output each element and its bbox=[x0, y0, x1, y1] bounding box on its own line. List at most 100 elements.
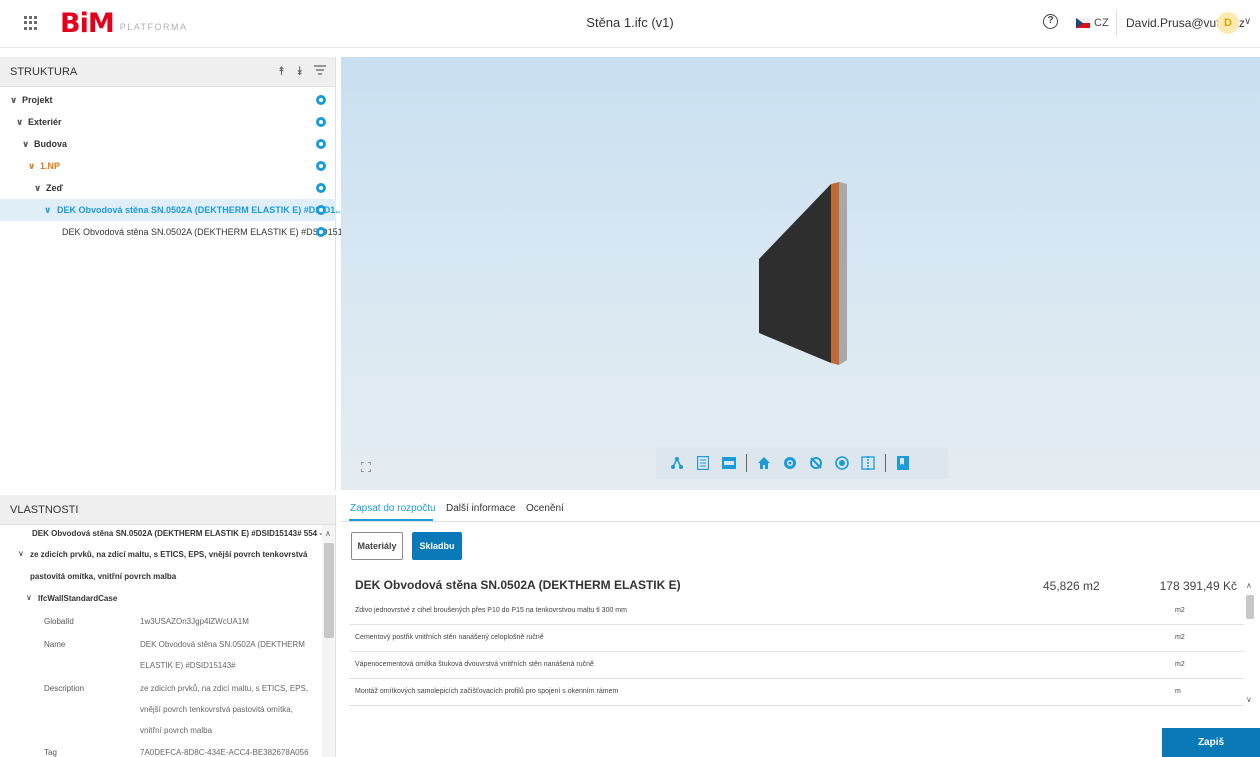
fullscreen-icon[interactable] bbox=[360, 459, 372, 473]
properties-scrollbar[interactable]: ∧ bbox=[322, 525, 335, 757]
materials-button[interactable]: Materiály bbox=[351, 532, 403, 560]
tree-item-label: DEK Obvodová stěna SN.0502A (DEKTHERM EL… bbox=[57, 205, 343, 215]
scroll-up-icon[interactable]: ∧ bbox=[325, 529, 331, 538]
structure-panel: STRUKTURA ⯭ ⯯ ∨ Projekt ∨ Exteriér ∨ Bud… bbox=[0, 57, 350, 490]
property-value: 7A0DEFCA-8D8C-434E-ACC4-BE382678A056 bbox=[140, 748, 309, 757]
tree-item-wall-type[interactable]: ∨ DEK Obvodová stěna SN.0502A (DEKTHERM … bbox=[0, 199, 343, 221]
isolate-icon[interactable] bbox=[831, 452, 853, 474]
property-value: vnitřní povrch malba bbox=[140, 726, 213, 735]
visibility-eye-icon[interactable] bbox=[316, 183, 326, 193]
chevron-down-icon[interactable]: ∨ bbox=[28, 155, 35, 177]
model-viewer[interactable] bbox=[341, 57, 1260, 490]
hide-icon[interactable] bbox=[805, 452, 827, 474]
list-icon[interactable] bbox=[692, 452, 714, 474]
ids-icon[interactable] bbox=[718, 452, 740, 474]
section-icon[interactable] bbox=[857, 452, 879, 474]
tree-item-1np[interactable]: ∨ 1.NP bbox=[0, 155, 336, 177]
visibility-eye-icon[interactable] bbox=[316, 139, 326, 149]
scroll-up-icon[interactable]: ∧ bbox=[1246, 581, 1252, 590]
structure-icon[interactable] bbox=[666, 452, 688, 474]
document-title-wrap: Stěna 1.ifc (v1) bbox=[0, 15, 1260, 30]
chevron-down-icon[interactable]: ∨ bbox=[16, 111, 23, 133]
toolbar-divider bbox=[885, 454, 886, 472]
property-key: Description bbox=[44, 684, 85, 693]
list-item-name: Cementový postřik vnitřních stěn nanášen… bbox=[355, 634, 544, 641]
tab-oceneni[interactable]: Ocenění bbox=[526, 503, 564, 514]
properties-header: VLASTNOSTI bbox=[0, 495, 335, 525]
properties-group-label: IfcWallStandardCase bbox=[38, 594, 118, 603]
toolbar-divider bbox=[746, 454, 747, 472]
chevron-down-icon[interactable]: ∨ bbox=[10, 89, 17, 111]
scroll-thumb[interactable] bbox=[324, 543, 334, 638]
list-item[interactable]: Montáž omítkových samolepicích začišťova… bbox=[349, 679, 1244, 706]
property-value: DEK Obvodová stěna SN.0502A (DEKTHERM bbox=[140, 640, 305, 649]
wall-insulation-layer bbox=[831, 182, 839, 365]
tree-item-label: DEK Obvodová stěna SN.0502A (DEKTHERM EL… bbox=[62, 227, 351, 237]
tab-dalsi-informace[interactable]: Další informace bbox=[446, 503, 515, 514]
chevron-down-icon[interactable]: ∨ bbox=[34, 177, 41, 199]
bookmark-icon[interactable] bbox=[892, 452, 914, 474]
properties-body: DEK Obvodová stěna SN.0502A (DEKTHERM EL… bbox=[0, 525, 322, 757]
scroll-down-icon[interactable]: ∨ bbox=[1246, 695, 1252, 704]
property-value: vnější povrch tenkovrstvá pastovitá omít… bbox=[140, 705, 293, 714]
help-icon[interactable]: ? bbox=[1043, 14, 1058, 29]
property-key: Name bbox=[44, 640, 66, 649]
tree-item-label: Exteriér bbox=[28, 117, 62, 127]
list-item-unit: m2 bbox=[1175, 661, 1185, 668]
cz-flag-icon[interactable] bbox=[1076, 18, 1090, 28]
wall-model[interactable] bbox=[341, 57, 1260, 490]
composition-button[interactable]: Skladbu bbox=[412, 532, 462, 560]
chevron-down-icon[interactable]: ∨ bbox=[26, 593, 32, 602]
tree-item-budova[interactable]: ∨ Budova bbox=[0, 133, 336, 155]
logo-main: BiM bbox=[60, 8, 115, 39]
list-item-unit: m2 bbox=[1175, 607, 1185, 614]
viewer-toolbar bbox=[656, 447, 948, 479]
list-item-unit: m2 bbox=[1175, 634, 1185, 641]
visibility-eye-icon[interactable] bbox=[316, 205, 326, 215]
show-icon[interactable] bbox=[779, 452, 801, 474]
list-item[interactable]: Zdivo jednovrstvé z cihel broušených pře… bbox=[349, 598, 1244, 625]
visibility-eye-icon[interactable] bbox=[316, 117, 326, 127]
composition-scrollbar[interactable]: ∧ ∨ bbox=[1244, 581, 1256, 707]
list-item[interactable]: Cementový postřik vnitřních stěn nanášen… bbox=[349, 625, 1244, 652]
header-divider bbox=[1116, 10, 1117, 36]
tab-zapsat-do-rozpoctu[interactable]: Zapsat do rozpočtu bbox=[350, 503, 436, 514]
list-item-name: Vápenocementová omítka štuková dvouvrstv… bbox=[355, 661, 594, 668]
save-button[interactable]: Zapiš bbox=[1162, 728, 1260, 757]
tree-item-exterier[interactable]: ∨ Exteriér bbox=[0, 111, 336, 133]
language-selector[interactable]: CZ bbox=[1094, 17, 1109, 29]
collapse-all-icon[interactable]: ⯯ bbox=[296, 64, 303, 79]
visibility-eye-icon[interactable] bbox=[316, 227, 326, 237]
active-tab-indicator bbox=[349, 519, 433, 521]
tree-item-label: Projekt bbox=[22, 95, 53, 105]
tree-item-zed[interactable]: ∨ Zeď bbox=[0, 177, 336, 199]
app: BiM PLATFORMA Stěna 1.ifc (v1) ? CZ Davi… bbox=[0, 0, 1260, 757]
expand-all-icon[interactable]: ⯭ bbox=[278, 64, 285, 79]
tree-item-label: Budova bbox=[34, 139, 68, 149]
logo[interactable]: BiM PLATFORMA bbox=[60, 9, 188, 39]
avatar[interactable]: D bbox=[1217, 12, 1239, 34]
tree-item-projekt[interactable]: ∨ Projekt bbox=[0, 89, 336, 111]
tree-item-wall-instance[interactable]: DEK Obvodová stěna SN.0502A (DEKTHERM EL… bbox=[0, 221, 350, 243]
scroll-thumb[interactable] bbox=[1246, 595, 1254, 619]
budget-panel: Zapsat do rozpočtu Další informace Oceně… bbox=[341, 495, 1260, 757]
visibility-eye-icon[interactable] bbox=[316, 161, 326, 171]
properties-heading-line3: pastovitá omítka, vnitřní povrch malba bbox=[30, 572, 177, 581]
apps-grid-icon[interactable] bbox=[24, 16, 38, 30]
visibility-eye-icon[interactable] bbox=[316, 95, 326, 105]
budget-tabs: Zapsat do rozpočtu Další informace Oceně… bbox=[341, 495, 1260, 522]
chevron-down-icon[interactable]: ∨ bbox=[18, 549, 24, 558]
structure-header: STRUKTURA ⯭ ⯯ bbox=[0, 57, 335, 87]
property-key: GlobalId bbox=[44, 617, 74, 626]
item-price: 178 391,49 Kč bbox=[1159, 579, 1237, 593]
list-item-name: Zdivo jednovrstvé z cihel broušených pře… bbox=[355, 607, 627, 614]
property-value: ze zdicích prvků, na zdicí maltu, s ETIC… bbox=[140, 684, 309, 693]
properties-heading-line2: ze zdicích prvků, na zdicí maltu, s ETIC… bbox=[30, 550, 308, 559]
chevron-down-icon[interactable]: ∨ bbox=[44, 199, 51, 221]
chevron-down-icon[interactable]: ∨ bbox=[22, 133, 29, 155]
properties-panel: VLASTNOSTI DEK Obvodová stěna SN.0502A (… bbox=[0, 495, 336, 757]
list-item[interactable]: Vápenocementová omítka štuková dvouvrstv… bbox=[349, 652, 1244, 679]
home-icon[interactable] bbox=[753, 452, 775, 474]
chevron-down-icon[interactable]: ∨ bbox=[1244, 16, 1251, 27]
filter-icon[interactable] bbox=[314, 64, 326, 78]
